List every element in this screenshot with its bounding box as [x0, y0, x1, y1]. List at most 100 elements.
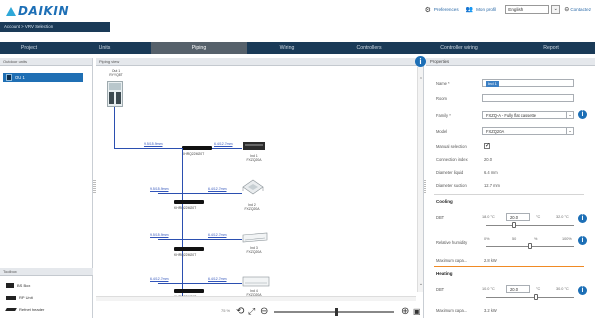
pipe-label[interactable]: 6.4/12.7mm [208, 233, 226, 237]
toolbox-section: Toolbox [0, 268, 93, 276]
diameter-liquid-label: Diameter liquid [436, 170, 464, 175]
left-panel: Outdoor units OU 1 Toolbox BS Box RP Uni… [0, 58, 93, 318]
rotate-icon[interactable]: ⟲ [236, 305, 244, 318]
breadcrumb-item-account[interactable]: Account [4, 24, 20, 29]
heating-dbt-unit: °C [536, 287, 541, 291]
main-pipe-horizontal[interactable] [114, 148, 182, 149]
trunk-pipe[interactable] [182, 148, 183, 298]
chevron-down-icon[interactable]: ⌄ [566, 112, 573, 118]
model-value: FXZQ20A [486, 129, 505, 134]
pipe-label[interactable]: 6.4/12.7mm [214, 142, 232, 146]
outdoor-unit-item[interactable]: OU 1 [3, 73, 83, 82]
language-select[interactable]: English ⌄ [505, 5, 561, 14]
breadcrumb-item-vrv[interactable]: VRV Selection [25, 24, 53, 29]
branch-pipe[interactable] [158, 283, 182, 284]
zoom-out-icon[interactable]: ⊖ [260, 305, 268, 318]
chevron-down-icon[interactable]: ⌄ [566, 128, 573, 134]
print-icon[interactable]: ▣ [413, 305, 421, 318]
users-icon[interactable]: 👥 [466, 6, 473, 13]
tab-wiring[interactable]: Wiring [247, 42, 327, 54]
pipe-label[interactable]: 9.5/15.9mm [144, 142, 162, 146]
cassette-unit-icon[interactable] [242, 179, 264, 201]
chevron-down-icon[interactable]: ⌄ [551, 5, 561, 14]
relative-humidity-label: Relative humidity [436, 240, 468, 245]
main-tabs: Project Units Piping Wiring Controllers … [0, 42, 595, 54]
humidity-info-icon[interactable]: i [578, 236, 587, 245]
indoor-unit-label: Ind 3 FXZQ20A [246, 246, 262, 254]
floor-standing-unit-icon[interactable] [242, 275, 270, 288]
model-select[interactable]: FXZQ20A ⌄ [482, 127, 574, 135]
tab-controller-wiring[interactable]: Controller wiring [411, 42, 507, 54]
heating-dbt-slider[interactable] [486, 294, 574, 300]
diameter-suction-label: Diameter suction [436, 183, 467, 188]
family-select[interactable]: FXZQ-A - Fully flat cassette ⌄ [482, 111, 574, 119]
indoor-unit-label: Ind 2 FXZQ20A [244, 203, 260, 211]
main-pipe-vertical[interactable] [114, 107, 115, 148]
cooling-capacity-label: Maximum capa... [436, 258, 468, 263]
tab-units[interactable]: Units [58, 42, 151, 54]
zoom-in-icon[interactable]: ⊕ [401, 305, 409, 318]
contact-link[interactable]: ⊖ Contactez [564, 6, 591, 13]
room-field[interactable] [482, 94, 574, 102]
toolbox-header: Toolbox [0, 268, 93, 276]
fit-to-screen-icon[interactable]: ⤢ [248, 305, 255, 318]
cooling-dbt-max: 32.0 °C [556, 215, 569, 219]
refnet-label: KHRQ22M20T [174, 253, 197, 257]
ceiling-concealed-unit-icon[interactable] [242, 137, 266, 153]
scroll-down-icon[interactable]: ⌄ [418, 281, 423, 287]
slider-handle[interactable] [534, 294, 538, 300]
refnet-joint[interactable] [174, 200, 204, 204]
piping-canvas[interactable]: Out 1 RYYQ8T 9.5/15.9mm KHRQ22M20T 6.4/1… [96, 67, 416, 299]
info-icon[interactable]: i [415, 56, 426, 67]
scroll-up-icon[interactable]: ⌃ [418, 77, 423, 83]
toolbox-item-refnet-header[interactable]: Refnet header [5, 307, 44, 312]
outdoor-unit-symbol[interactable] [107, 81, 123, 107]
refnet-joint[interactable] [174, 289, 204, 293]
cooling-info-icon[interactable]: i [578, 214, 587, 223]
pipe-label[interactable]: 6.4/12.7mm [208, 277, 226, 281]
cooling-dbt-slider[interactable] [486, 222, 574, 228]
daikin-logo[interactable]: DAIKIN [6, 4, 69, 18]
pipe-label[interactable]: 6.4/12.7mm [150, 277, 168, 281]
heating-info-icon[interactable]: i [578, 286, 587, 295]
horizontal-scrollbar[interactable] [96, 296, 416, 301]
slider-handle[interactable] [512, 222, 516, 228]
refnet-joint[interactable] [174, 247, 204, 251]
branch-pipe[interactable] [182, 239, 242, 240]
zoom-slider[interactable] [274, 308, 394, 316]
cooling-capacity-value: 2.8 kW [484, 258, 497, 263]
tab-project[interactable]: Project [0, 42, 58, 54]
branch-pipe[interactable] [182, 283, 242, 284]
profile-link[interactable]: Mon profil [476, 7, 496, 12]
pipe-label[interactable]: 9.5/15.9mm [150, 187, 168, 191]
tab-piping[interactable]: Piping [151, 42, 247, 54]
heating-dbt-input[interactable]: 20.0 [506, 285, 530, 293]
pipe-label[interactable]: 6.4/12.7mm [208, 187, 226, 191]
preferences-link[interactable]: Preferences [434, 7, 459, 12]
branch-pipe[interactable] [182, 193, 242, 194]
heating-capacity-label: Maximum capa... [436, 308, 468, 313]
branch-pipe[interactable] [212, 148, 242, 149]
family-info-icon[interactable]: i [578, 110, 587, 119]
heating-dbt-max: 30.0 °C [556, 287, 569, 291]
tab-controllers[interactable]: Controllers [327, 42, 411, 54]
zoom-level: 75 % [221, 308, 231, 313]
refnet-joint[interactable] [182, 146, 212, 150]
toolbox-item-bs-box[interactable]: BS Box [6, 283, 30, 288]
name-field[interactable]: Ind 1 [482, 79, 574, 87]
zoom-slider-handle[interactable] [335, 308, 338, 316]
branch-pipe[interactable] [158, 239, 182, 240]
branch-pipe[interactable] [158, 193, 182, 194]
toolbox-item-rp-unit[interactable]: RP Unit [6, 295, 33, 300]
slider-handle[interactable] [528, 243, 532, 249]
pipe-label[interactable]: 9.5/15.9mm [150, 233, 168, 237]
vertical-scrollbar[interactable]: ⌃ ⌄ [417, 67, 423, 292]
heating-dbt-label: DBT [436, 287, 445, 292]
tab-report[interactable]: Report [507, 42, 595, 54]
wall-mounted-unit-icon[interactable] [242, 232, 268, 244]
manual-selection-checkbox[interactable]: ✓ [484, 143, 490, 149]
humidity-slider[interactable] [486, 243, 574, 249]
gear-icon[interactable]: ⚙ [425, 6, 431, 14]
cooling-dbt-input[interactable]: 20.0 [506, 213, 530, 221]
breadcrumb-separator: > [21, 24, 24, 29]
